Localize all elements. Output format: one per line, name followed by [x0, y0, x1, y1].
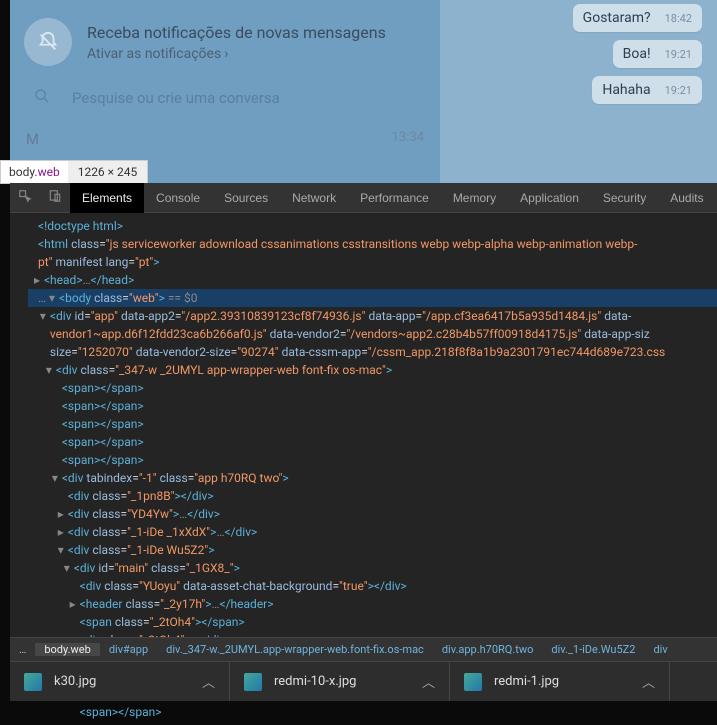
- dom-line[interactable]: <span></span>: [28, 703, 717, 721]
- message-bubble[interactable]: Hahaha 19:21: [592, 76, 702, 104]
- download-filename: k30.jpg: [54, 674, 96, 689]
- breadcrumb-item[interactable]: div._347-w._2UMYL.app-wrapper-web.font-f…: [157, 643, 433, 656]
- chevron-up-icon[interactable]: ︿: [642, 672, 655, 691]
- inspect-icon[interactable]: [10, 189, 40, 206]
- dom-line[interactable]: ▸<head>…</head>: [28, 271, 717, 289]
- devtools-toolbar: ElementsConsoleSourcesNetworkPerformance…: [10, 183, 717, 213]
- breadcrumb-item[interactable]: div#app: [100, 643, 157, 656]
- dom-line[interactable]: size="1252070" data-vendor2-size="90274"…: [28, 343, 717, 361]
- dom-line[interactable]: ▾<div id="app" data-app2="/app2.39310839…: [28, 307, 717, 325]
- bubble-time: 19:21: [665, 48, 692, 61]
- message-bubble[interactable]: Gostaram? 18:42: [573, 4, 702, 32]
- dom-line[interactable]: <span></span>: [28, 451, 717, 469]
- dom-line[interactable]: vendor1~app.d6f12fdd23ca6b266af0.js" dat…: [28, 325, 717, 343]
- device-toggle-icon[interactable]: [40, 189, 70, 206]
- notification-banner[interactable]: Receba notificações de novas mensagens A…: [10, 0, 440, 84]
- breadcrumb-bar[interactable]: …body.webdiv#appdiv._347-w._2UMYL.app-wr…: [10, 637, 717, 661]
- breadcrumb-item[interactable]: div: [644, 643, 676, 656]
- dom-line[interactable]: ▾<div id="main" class="_1GX8_">: [28, 559, 717, 577]
- download-item[interactable]: redmi-1.jpg ︿: [450, 662, 670, 701]
- dom-line[interactable]: <span></span>: [28, 397, 717, 415]
- dom-line[interactable]: ▾<div tabindex="-1" class="app h70RQ two…: [28, 469, 717, 487]
- chat-item-time: 13:34: [392, 130, 424, 148]
- search-icon: [34, 88, 50, 108]
- tooltip-selector: body.web: [1, 165, 68, 179]
- wa-chat-area: Gostaram? 18:42 Boa! 19:21 Hahaha 19:21: [440, 0, 717, 183]
- dom-line[interactable]: <!doctype html>: [28, 217, 717, 235]
- image-icon: [464, 673, 482, 691]
- dom-line[interactable]: … ▾<body class="web"> == $0: [28, 289, 717, 307]
- breadcrumb-item[interactable]: body.web: [35, 643, 99, 656]
- chevron-right-icon: ›: [224, 46, 228, 62]
- dom-line[interactable]: <div class="YUoyu" data-asset-chat-backg…: [28, 577, 717, 595]
- breadcrumb-item[interactable]: div.app.h70RQ.two: [433, 643, 543, 656]
- search-placeholder: Pesquise ou crie uma conversa: [72, 89, 280, 107]
- chevron-up-icon[interactable]: ︿: [422, 672, 435, 691]
- devtools-tab-sources[interactable]: Sources: [212, 183, 280, 213]
- download-filename: redmi-10-x.jpg: [274, 674, 356, 689]
- devtools-tab-application[interactable]: Application: [508, 183, 591, 213]
- image-icon: [24, 673, 42, 691]
- devtools-tab-security[interactable]: Security: [591, 183, 658, 213]
- download-item[interactable]: redmi-10-x.jpg ︿: [230, 662, 450, 701]
- notification-subtitle-link[interactable]: Ativar as notificações ›: [87, 46, 386, 62]
- bubble-text: Hahaha: [602, 82, 650, 98]
- notification-text: Receba notificações de novas mensagens A…: [87, 23, 386, 62]
- whatsapp-pane: Receba notificações de novas mensagens A…: [10, 0, 717, 183]
- devtools-tab-network[interactable]: Network: [280, 183, 348, 213]
- dom-line[interactable]: pt" manifest lang="pt">: [28, 253, 717, 271]
- dom-line[interactable]: <html class="js serviceworker adownload …: [28, 235, 717, 253]
- breadcrumb-item[interactable]: …: [10, 643, 35, 656]
- devtools-tab-memory[interactable]: Memory: [441, 183, 508, 213]
- devtools-tab-elements[interactable]: Elements: [70, 183, 144, 213]
- download-filename: redmi-1.jpg: [494, 674, 559, 689]
- bell-off-icon: [24, 18, 72, 66]
- element-hover-tooltip: body.web 1226 × 245: [0, 160, 148, 184]
- chat-list-item[interactable]: M 13:34: [10, 120, 440, 148]
- dom-line[interactable]: <span class="_2tOh4"></span>: [28, 613, 717, 631]
- downloads-bar: k30.jpg ︿ redmi-10-x.jpg ︿ redmi-1.jpg ︿: [10, 661, 717, 701]
- dom-line[interactable]: ▸<div class="_1-iDe _1xXdX">…</div>: [28, 523, 717, 541]
- breadcrumb-item[interactable]: div._1-iDe.Wu5Z2: [542, 643, 644, 656]
- wa-sidebar: Receba notificações de novas mensagens A…: [10, 0, 440, 183]
- devtools-tab-audits[interactable]: Audits: [658, 183, 715, 213]
- notification-title: Receba notificações de novas mensagens: [87, 23, 386, 42]
- bubble-text: Boa!: [623, 46, 651, 62]
- tooltip-dimensions: 1226 × 245: [68, 161, 148, 183]
- bubble-text: Gostaram?: [583, 10, 651, 26]
- dom-line[interactable]: <span></span>: [28, 415, 717, 433]
- dom-line[interactable]: <span></span>: [28, 433, 717, 451]
- dom-line[interactable]: ▾<div class="_347-w _2UMYL app-wrapper-w…: [28, 361, 717, 379]
- dom-line[interactable]: ▸<header class="_2y17h">…</header>: [28, 595, 717, 613]
- devtools-tab-console[interactable]: Console: [144, 183, 212, 213]
- dom-line[interactable]: ▾<div class="_1-iDe Wu5Z2">: [28, 541, 717, 559]
- image-icon: [244, 673, 262, 691]
- search-row[interactable]: Pesquise ou crie uma conversa: [10, 84, 440, 120]
- dom-line[interactable]: <div class="_1pn8B"></div>: [28, 487, 717, 505]
- bubble-time: 18:42: [665, 12, 692, 25]
- chevron-up-icon[interactable]: ︿: [202, 672, 215, 691]
- dom-line[interactable]: ▸<div class="YD4Yw">…</div>: [28, 505, 717, 523]
- dom-line[interactable]: <span></span>: [28, 379, 717, 397]
- chat-name: M: [26, 130, 39, 148]
- message-bubble-stack: Gostaram? 18:42 Boa! 19:21 Hahaha 19:21: [573, 4, 702, 104]
- bubble-time: 19:21: [665, 84, 692, 97]
- message-bubble[interactable]: Boa! 19:21: [613, 40, 702, 68]
- download-item[interactable]: k30.jpg ︿: [10, 662, 230, 701]
- devtools-tab-performance[interactable]: Performance: [348, 183, 441, 213]
- devtools-panel: ElementsConsoleSourcesNetworkPerformance…: [10, 183, 717, 701]
